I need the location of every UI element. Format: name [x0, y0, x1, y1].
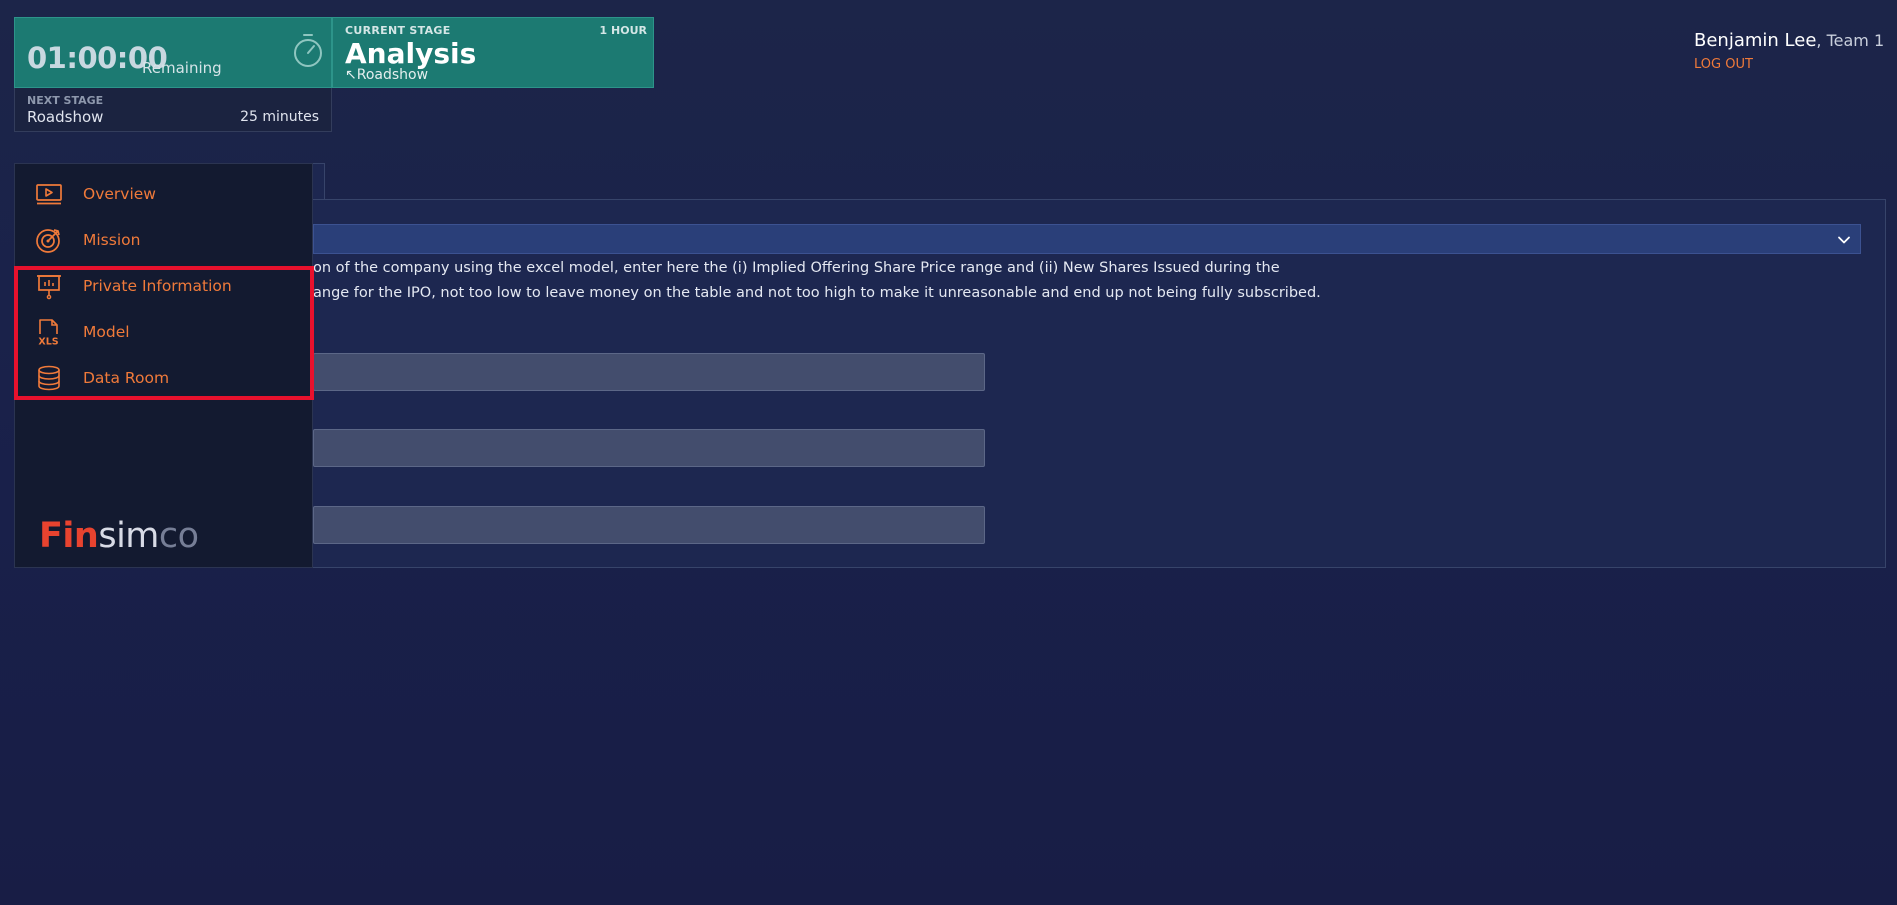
user-team: , Team 1: [1816, 31, 1885, 50]
svg-text:XLS: XLS: [38, 337, 58, 347]
next-stage-label: NEXT STAGE: [27, 94, 104, 107]
sidebar-item-model[interactable]: XLS Model: [15, 310, 312, 354]
current-stage-panel: CURRENT STAGE 1 HOUR Analysis ↖Roadshow: [332, 17, 654, 88]
section-dropdown[interactable]: [313, 224, 1861, 254]
next-stage-name: Roadshow: [27, 108, 104, 126]
price-range-low-input[interactable]: [313, 353, 985, 391]
target-icon: [36, 229, 60, 253]
sidebar-item-label: Mission: [83, 231, 141, 249]
next-stage-panel: NEXT STAGE Roadshow 25 minutes: [14, 88, 332, 132]
main-tab: [312, 163, 325, 201]
main-panel: on of the company using the excel model,…: [312, 199, 1886, 568]
timer-panel: 01:00:00 Remaining: [14, 17, 332, 88]
price-range-high-input[interactable]: [313, 429, 985, 467]
current-stage-title: Analysis: [345, 37, 477, 70]
sidebar-item-label: Data Room: [83, 369, 170, 387]
xls-file-icon: XLS: [38, 319, 59, 347]
user-info: Benjamin Lee, Team 1: [1694, 30, 1884, 51]
play-screen-icon: [36, 184, 62, 205]
stopwatch-icon: [294, 34, 322, 67]
instructions-text: on of the company using the excel model,…: [313, 256, 1321, 306]
timer-remaining-label: Remaining: [142, 59, 222, 77]
current-stage-sub: ↖Roadshow: [345, 67, 429, 83]
next-stage-time: 25 minutes: [240, 109, 319, 125]
sidebar-item-data-room[interactable]: Data Room: [15, 356, 312, 400]
database-icon: [38, 365, 60, 391]
sidebar-item-label: Overview: [83, 185, 156, 203]
instructions-line: on of the company using the excel model,…: [313, 260, 1280, 276]
sidebar-item-label: Private Information: [83, 277, 232, 295]
current-stage-label: CURRENT STAGE: [345, 24, 451, 37]
sidebar-item-label: Model: [83, 323, 130, 341]
new-shares-input[interactable]: [313, 506, 985, 544]
user-name: Benjamin Lee: [1694, 30, 1817, 51]
presentation-board-icon: [37, 275, 61, 300]
logout-link[interactable]: LOG OUT: [1694, 57, 1753, 72]
chevron-down-icon: [1838, 236, 1850, 244]
sidebar-item-private-information[interactable]: Private Information: [15, 264, 312, 308]
finsimco-logo: Finsimco: [39, 516, 199, 556]
sidebar-item-mission[interactable]: Mission: [15, 218, 312, 262]
stage-duration: 1 HOUR: [599, 24, 647, 37]
instructions-line: ange for the IPO, not too low to leave m…: [313, 285, 1321, 301]
sidebar-menu: Overview Mission Private Information XLS: [14, 163, 313, 568]
sidebar-item-overview[interactable]: Overview: [15, 172, 312, 216]
